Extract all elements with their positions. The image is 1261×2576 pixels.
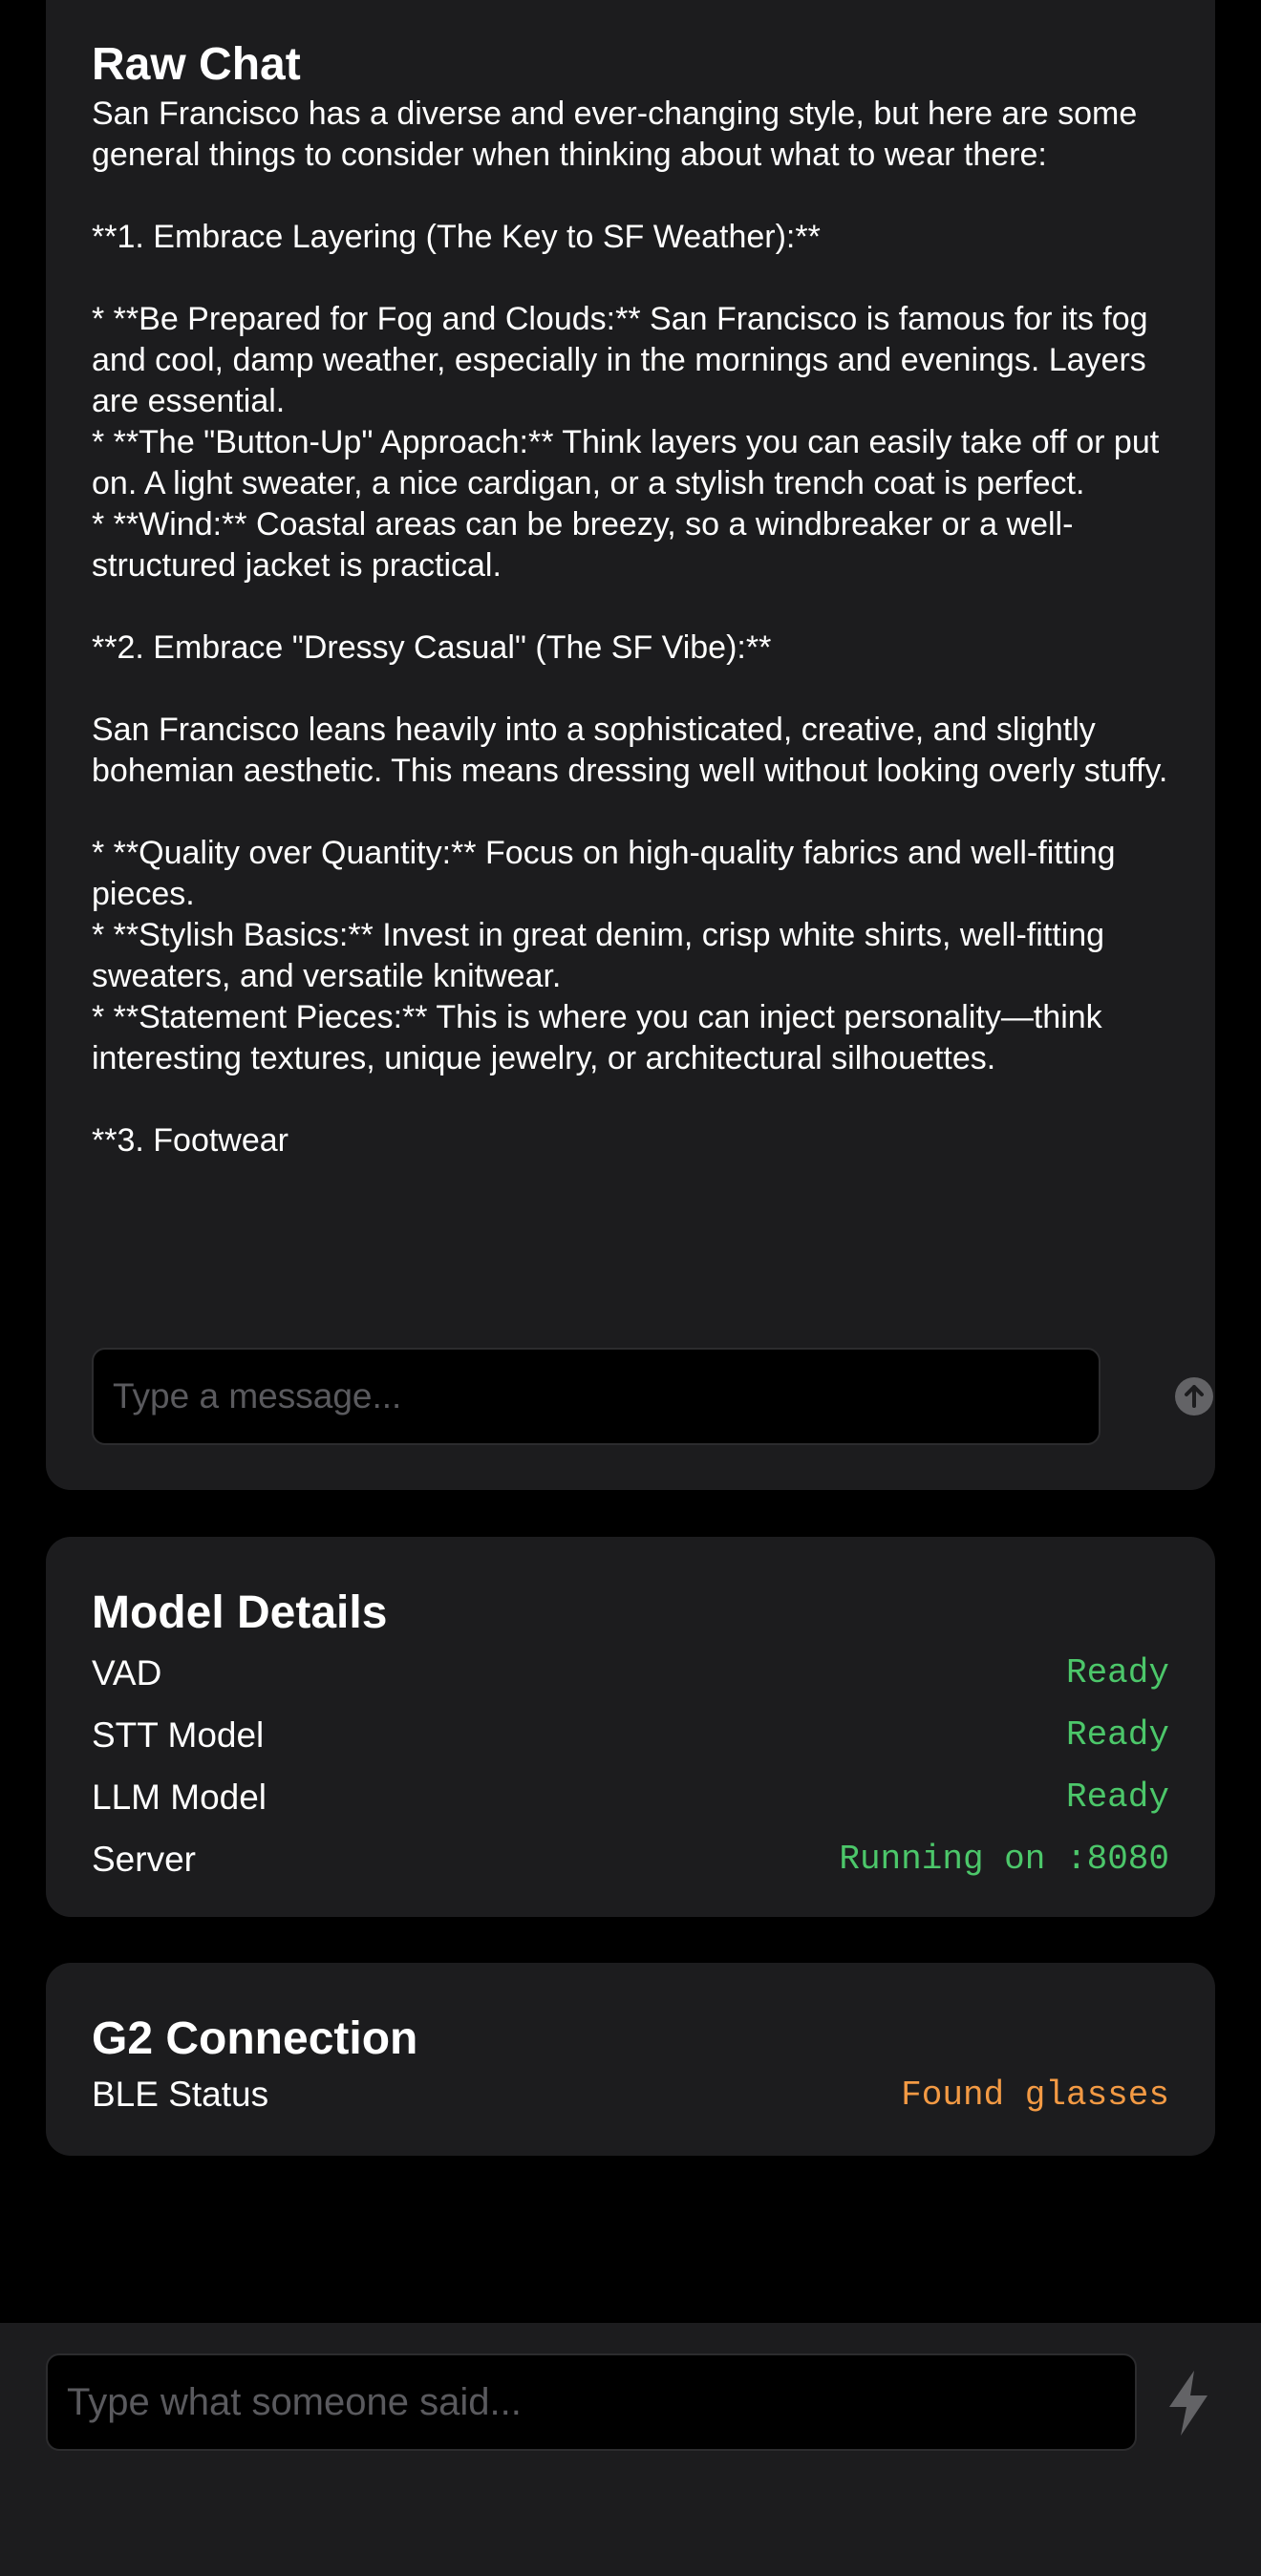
status-value: Running on :8080: [839, 1840, 1169, 1879]
lightning-bolt-icon: [1169, 2371, 1208, 2436]
detail-label: STT Model: [92, 1714, 265, 1755]
send-button[interactable]: [1175, 1377, 1213, 1416]
detail-row-llm-model: LLM Model Ready: [92, 1766, 1169, 1828]
raw-chat-card: Raw Chat San Francisco has a diverse and…: [46, 0, 1215, 1490]
detail-label: Server: [92, 1839, 196, 1879]
chat-input-row: [92, 1348, 1213, 1445]
detail-row-ble-status: BLE Status Found glasses: [92, 2068, 1169, 2121]
model-details-card: Model Details VAD Ready STT Model Ready …: [46, 1537, 1215, 1917]
status-value: Ready: [1065, 1778, 1169, 1817]
status-value: Ready: [1065, 1715, 1169, 1755]
detail-row-vad: VAD Ready: [92, 1642, 1169, 1704]
transcript-input[interactable]: [46, 2353, 1137, 2451]
model-details-title: Model Details: [92, 1587, 388, 1638]
send-transcript-button[interactable]: [1164, 2369, 1213, 2438]
raw-chat-title: Raw Chat: [92, 39, 301, 90]
chat-message: San Francisco has a diverse and ever-cha…: [92, 96, 1168, 1159]
status-value: Found glasses: [901, 2075, 1169, 2115]
detail-label: LLM Model: [92, 1777, 267, 1817]
app-screen: Raw Chat San Francisco has a diverse and…: [0, 0, 1261, 2576]
g2-connection-title: G2 Connection: [92, 2013, 418, 2064]
arrow-up-circle-icon: [1185, 1385, 1204, 1408]
g2-connection-card: G2 Connection BLE Status Found glasses: [46, 1963, 1215, 2156]
detail-label: VAD: [92, 1652, 162, 1692]
bottom-input-bar: [0, 2323, 1261, 2576]
detail-row-server: Server Running on :8080: [92, 1828, 1169, 1890]
status-value: Ready: [1065, 1653, 1169, 1692]
chat-message-input[interactable]: [92, 1348, 1101, 1445]
detail-label: BLE Status: [92, 2075, 269, 2114]
detail-row-stt-model: STT Model Ready: [92, 1704, 1169, 1766]
